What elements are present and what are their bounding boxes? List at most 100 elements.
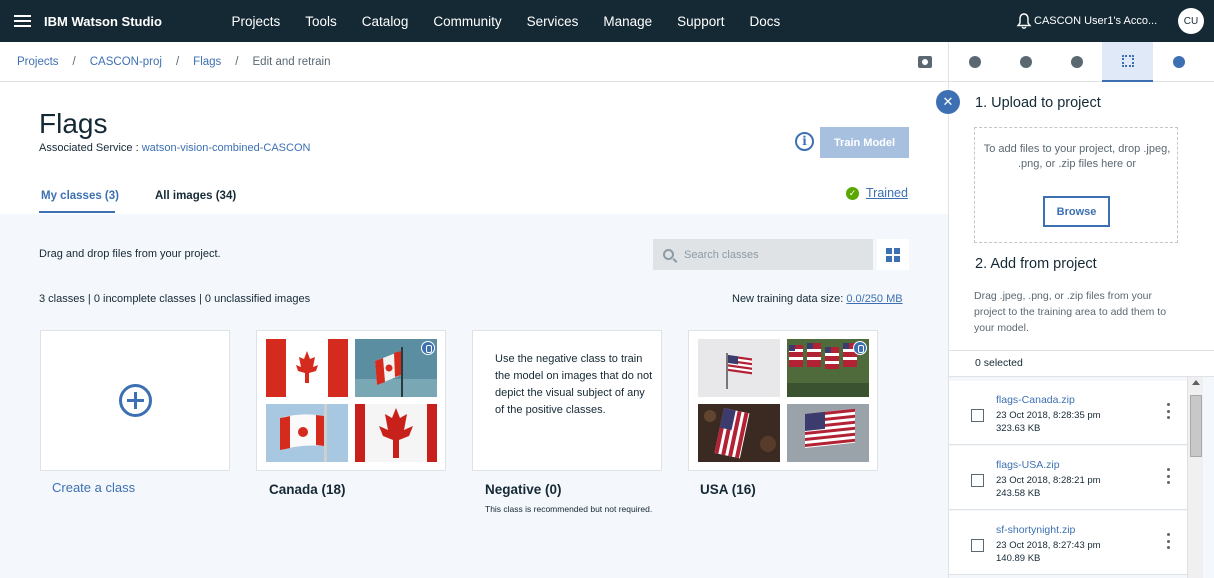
upload-heading: 1. Upload to project [975,95,1101,111]
file-drop-zone[interactable]: To add files to your project, drop .jpeg… [974,127,1178,243]
nav-support[interactable]: Support [665,14,737,29]
nav-services[interactable]: Services [514,14,591,29]
info-icon [968,56,981,68]
grid-view-icon[interactable] [877,239,909,270]
create-class-card[interactable] [40,330,230,471]
add-circle-icon [119,384,152,417]
breadcrumb-cascon-proj[interactable]: CASCON-proj [90,56,162,68]
training-status-label: Trained [866,186,908,200]
browse-button[interactable]: Browse [1043,196,1110,227]
file-name[interactable]: flags-Canada.zip [996,394,1075,406]
file-size: 323.63 KB [996,423,1041,434]
panel-tabs [949,42,1214,82]
lock-icon [853,341,867,355]
file-checkbox[interactable] [971,474,984,487]
list-item[interactable]: sf-shortynight.zip 23 Oct 2018, 8:27:43 … [949,511,1187,575]
breadcrumb-separator: / [72,55,76,68]
usa-flag-night-image [698,404,780,462]
nav-manage[interactable]: Manage [591,14,665,29]
tab-search[interactable] [1000,42,1051,82]
right-side-panel: 1. Upload to project To add files to you… [948,42,1214,578]
breadcrumb-projects[interactable]: Projects [17,56,59,68]
main-nav: Projects Tools Catalog Community Service… [219,14,793,29]
overflow-menu-icon[interactable] [1167,533,1170,549]
file-name[interactable]: sf-shortynight.zip [996,524,1075,536]
tab-explore[interactable] [1153,42,1204,82]
tab-community[interactable] [1051,42,1102,82]
brand-ibm: IBM [44,13,68,29]
breadcrumb-current: Edit and retrain [252,55,331,68]
class-name-negative[interactable]: Negative (0) [485,482,562,497]
data-size-value[interactable]: 0.0/250 MB [846,293,902,305]
class-name-usa[interactable]: USA (16) [700,482,756,497]
training-data-size: New training data size: 0.0/250 MB [732,293,903,305]
overflow-menu-icon[interactable] [1167,403,1170,419]
class-card-negative[interactable]: Use the negative class to train the mode… [472,330,662,471]
add-from-project-heading: 2. Add from project [975,256,1097,272]
associated-service-link[interactable]: watson-vision-combined-CASCON [142,142,311,154]
info-icon[interactable]: i [795,132,814,151]
create-class-link[interactable]: Create a class [52,480,135,495]
divider [949,350,1214,351]
search-icon [663,249,674,260]
usa-flags-field-image [787,339,869,397]
nav-catalog[interactable]: Catalog [349,14,421,29]
scroll-up-arrow-icon[interactable] [1192,380,1200,385]
associated-service-label: Associated Service : [39,142,142,154]
file-date: 23 Oct 2018, 8:27:43 pm [996,540,1101,551]
train-model-button[interactable]: Train Model [820,127,909,158]
breadcrumb-separator: / [175,55,180,68]
top-navigation-bar: IBM Watson Studio Projects Tools Catalog… [0,0,1214,42]
scrollbar-thumb[interactable] [1190,395,1202,457]
add-from-project-text: Drag .jpeg, .png, or .zip files from you… [974,290,1167,334]
nav-tools[interactable]: Tools [293,14,350,29]
nav-community[interactable]: Community [421,14,514,29]
nav-projects[interactable]: Projects [219,14,293,29]
file-date: 23 Oct 2018, 8:28:35 pm [996,410,1101,421]
data-assets-icon [1121,55,1134,67]
negative-class-note: This class is recommended but not requir… [485,504,653,514]
avatar[interactable]: CU [1178,8,1204,34]
file-checkbox[interactable] [971,539,984,552]
nav-docs[interactable]: Docs [737,14,793,29]
list-item[interactable]: flags-USA.zip 23 Oct 2018, 8:28:21 pm 24… [949,446,1187,510]
data-size-label: New training data size: [732,293,847,305]
usa-flag-cloudy-image [787,404,869,462]
drag-drop-hint: Drag and drop files from your project. [39,248,221,260]
file-list-scrollbar[interactable] [1187,377,1203,578]
account-name[interactable]: CASCON User1's Acco... [1034,15,1172,27]
magnify-icon [1019,56,1032,68]
tab-info[interactable] [949,42,1000,82]
tab-all-images[interactable]: All images (34) [155,190,236,202]
breadcrumb-separator: / [235,55,239,68]
class-card-usa[interactable] [688,330,878,471]
canada-flag-sky-image [355,339,437,397]
class-name-canada[interactable]: Canada (18) [269,482,346,497]
file-name[interactable]: flags-USA.zip [996,459,1060,471]
breadcrumb-flags[interactable]: Flags [193,56,221,68]
file-date: 23 Oct 2018, 8:28:21 pm [996,475,1101,486]
overflow-menu-icon[interactable] [1167,468,1170,484]
training-status[interactable]: ✓ Trained [846,186,908,200]
list-item[interactable]: flags-Canada.zip 23 Oct 2018, 8:28:35 pm… [949,381,1187,445]
drop-zone-text: To add files to your project, drop .jpeg… [983,143,1171,170]
hamburger-menu-icon[interactable] [0,0,44,42]
file-size: 140.89 KB [996,553,1041,564]
search-classes-field[interactable]: Search classes [653,239,873,270]
active-tab-indicator [39,211,115,213]
tab-my-classes[interactable]: My classes (3) [41,190,119,202]
page-title: Flags [39,108,108,139]
canada-flag-pole-image [266,404,348,462]
class-card-canada[interactable] [256,330,446,471]
search-classes-placeholder: Search classes [684,248,759,261]
negative-class-description: Use the negative class to train the mode… [495,353,653,416]
usa-flag-image [698,339,780,397]
close-panel-button[interactable]: ✕ [936,90,960,114]
camera-icon[interactable] [918,56,932,68]
brand-name[interactable]: IBM Watson Studio [44,14,219,29]
tab-data-assets[interactable] [1102,42,1153,82]
brand-product: Watson Studio [71,13,162,29]
file-checkbox[interactable] [971,409,984,422]
compass-icon [1172,56,1185,68]
class-counts: 3 classes | 0 incomplete classes | 0 unc… [39,293,311,305]
